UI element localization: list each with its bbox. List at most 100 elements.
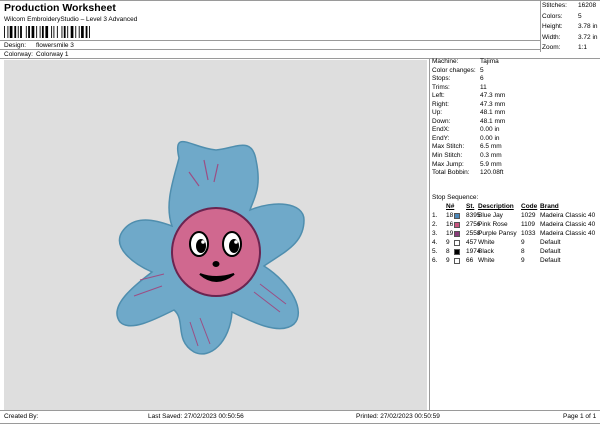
color-swatch	[454, 222, 460, 228]
last-saved: Last Saved: 27/02/2023 00:50:56	[148, 413, 244, 420]
header-brand: Brand	[540, 203, 559, 210]
frame-line	[0, 0, 600, 1]
info-label: Right:	[432, 100, 449, 108]
info-value: 6	[480, 75, 484, 83]
table-header: N# St. Description Code Brand	[432, 203, 600, 212]
table-row: 2. 16 2756 Pink Rose 1109 Madeira Classic 40	[432, 221, 600, 230]
machine-info-row: Max Jump: 5.9 mm	[432, 161, 600, 170]
frame-line	[0, 410, 600, 411]
table-row: 6. 9 66 White 9 Default	[432, 257, 600, 266]
machine-info-row: Color changes: 5	[432, 67, 600, 76]
design-stats: Stitches: 16208 Colors: 5 Height: 3.78 in W…	[542, 2, 600, 55]
cell-code: 9	[521, 239, 525, 246]
cell-st: 457	[466, 239, 477, 246]
cell-desc: White	[478, 239, 495, 246]
header-n: N#	[446, 203, 455, 210]
info-label: Total Bobbin:	[432, 169, 470, 177]
table-row: 3. 19 2558 Purple Pansy 1033 Madeira Classic …	[432, 230, 600, 239]
info-value: 5.9 mm	[480, 160, 502, 168]
cell-code: 1109	[521, 221, 535, 228]
frame-line	[0, 49, 540, 50]
info-label: Color changes:	[432, 66, 476, 74]
colorway-value: Colorway 1	[36, 51, 69, 58]
cell-n: 19	[446, 230, 454, 237]
cell-brand: Default	[540, 248, 561, 255]
stop-sequence-title: Stop Sequence:	[432, 194, 479, 201]
info-value: 47.3 mm	[480, 92, 506, 100]
info-value: 120.08ft	[480, 169, 504, 177]
frame-line	[540, 0, 541, 52]
cell-desc: Pink Rose	[478, 221, 508, 228]
cell-code: 9	[521, 257, 525, 264]
info-label: Min Stitch:	[432, 152, 463, 160]
cell-idx: 6.	[432, 257, 438, 264]
machine-info-row: Total Bobbin: 120.08ft	[432, 169, 600, 178]
info-value: 6.5 mm	[480, 143, 502, 151]
header-st: St.	[466, 203, 475, 210]
design-label: Design:	[4, 42, 27, 49]
worksheet-title: Production Worksheet	[4, 2, 116, 14]
info-label: Left:	[432, 92, 445, 100]
cell-brand: Default	[540, 257, 561, 264]
info-value: 47.3 mm	[480, 100, 506, 108]
cell-brand: Madeira Classic 40	[540, 212, 596, 219]
cell-code: 8	[521, 248, 525, 255]
table-row: 4. 9 457 White 9 Default	[432, 239, 600, 248]
cell-idx: 2.	[432, 221, 438, 228]
info-value: 0.00 in	[480, 126, 500, 134]
header-code: Code	[521, 203, 538, 210]
frame-line	[429, 58, 430, 410]
cell-desc: White	[478, 257, 495, 264]
smiley-face	[171, 207, 261, 297]
cell-n: 9	[446, 239, 450, 246]
info-label: Max Jump:	[432, 160, 464, 168]
cell-idx: 3.	[432, 230, 438, 237]
info-label: Stops:	[432, 75, 451, 83]
color-swatch	[454, 249, 460, 255]
info-label: Down:	[432, 117, 451, 125]
design-row: Design: flowersmile 3	[4, 42, 74, 49]
machine-info-row: Stops: 6	[432, 75, 600, 84]
cell-n: 18	[446, 212, 454, 219]
cell-desc: Blue Jay	[478, 212, 503, 219]
cell-code: 1029	[521, 212, 536, 219]
software-subtitle: Wilcom EmbroideryStudio – Level 3 Advanc…	[4, 16, 138, 23]
machine-info-row: Down: 48.1 mm	[432, 118, 600, 127]
machine-info-row: Right: 47.3 mm	[432, 101, 600, 110]
color-swatch	[454, 231, 460, 237]
info-value: Tajima	[480, 58, 499, 65]
created-by: Created By:	[4, 413, 39, 420]
info-label: Trims:	[432, 83, 450, 91]
cell-code: 1033	[521, 230, 536, 237]
stat-width: Width: 3.72 in	[542, 33, 598, 41]
barcode-image	[4, 26, 90, 38]
cell-idx: 4.	[432, 239, 438, 246]
info-value: 48.1 mm	[480, 117, 506, 125]
color-swatch	[454, 213, 460, 219]
info-value: 0.3 mm	[480, 152, 502, 160]
cell-desc: Purple Pansy	[478, 230, 517, 237]
info-value: 5	[480, 66, 484, 74]
cell-brand: Default	[540, 239, 561, 246]
machine-info-panel: Machine: Tajima Color changes: 5 Stops: 6 Trim…	[432, 58, 600, 178]
cell-st: 66	[466, 257, 474, 264]
info-label: EndX:	[432, 126, 450, 134]
info-label: Up:	[432, 109, 443, 117]
info-label: Machine:	[432, 58, 459, 65]
stat-height: Height: 3.78 in	[542, 23, 598, 30]
machine-info-row: Left: 47.3 mm	[432, 92, 600, 101]
colorway-row: Colorway: Colorway 1	[4, 51, 69, 58]
info-label: EndY:	[432, 134, 450, 142]
machine-info-row: Machine: Tajima	[432, 58, 600, 67]
design-preview	[4, 60, 427, 410]
design-value: flowersmile 3	[36, 42, 74, 49]
stop-sequence-table: Stop Sequence: N# St. Description Code B…	[432, 194, 600, 266]
printed-date: Printed: 27/02/2023 00:50:59	[356, 413, 440, 420]
cell-desc: Black	[478, 248, 494, 255]
frame-line	[0, 40, 540, 41]
machine-info-row: Up: 48.1 mm	[432, 109, 600, 118]
machine-info-row: EndX: 0.00 in	[432, 126, 600, 135]
stat-stitches: Stitches: 16208	[542, 2, 597, 9]
stat-colors: Colors: 5	[542, 12, 582, 20]
cell-n: 9	[446, 257, 450, 264]
